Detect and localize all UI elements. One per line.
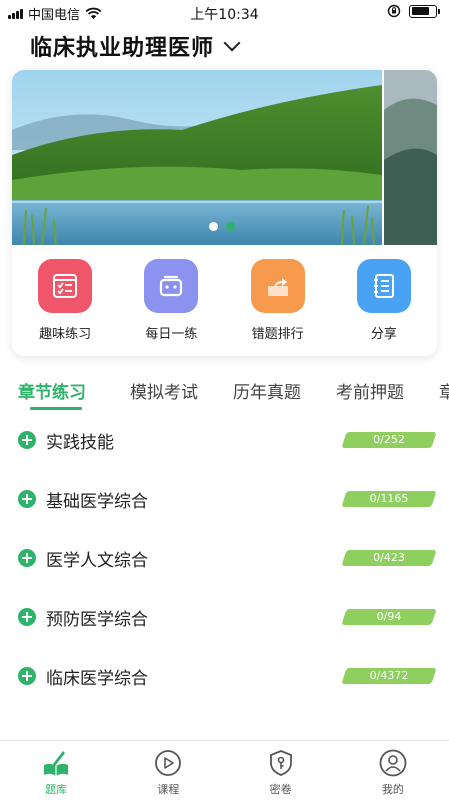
bottom-nav: 题库 课程 密卷 我的 (0, 740, 449, 800)
plus-circle-icon[interactable] (18, 549, 36, 567)
chapter-item[interactable]: 实践技能 0/252 (0, 421, 449, 461)
exam-selector[interactable]: 临床执业助理医师 (30, 30, 241, 62)
shortcut-fun-practice[interactable]: 趣味练习 (12, 255, 118, 350)
shield-key-icon (269, 750, 292, 776)
status-time: 上午10:34 (190, 7, 259, 23)
chapter-name: 实践技能 (46, 433, 114, 453)
plus-circle-icon[interactable] (18, 608, 36, 626)
shortcut-label: 分享 (370, 327, 397, 342)
tab-overflow[interactable]: 章 (439, 378, 449, 403)
chapter-name: 基础医学综合 (46, 492, 148, 512)
progress-text: 0/423 (373, 551, 405, 564)
status-right (387, 4, 440, 18)
tab-past-papers[interactable]: 历年真题 (233, 378, 301, 403)
page-title: 临床执业助理医师 (30, 36, 215, 61)
banner-pagination (209, 222, 235, 231)
banner-next-slide[interactable] (384, 70, 437, 245)
shortcut-label: 趣味练习 (39, 327, 92, 342)
status-bar: 中国电信 上午10:34 (0, 0, 449, 24)
shortcut-daily-practice[interactable]: 每日一练 (118, 255, 224, 350)
plus-circle-icon[interactable] (18, 667, 36, 685)
pagination-dot[interactable] (209, 222, 218, 231)
banner-slide[interactable] (12, 70, 382, 245)
battery-icon (409, 4, 440, 18)
shortcut-label: 每日一练 (145, 327, 198, 342)
share-box-icon (250, 259, 305, 313)
nav-question-bank[interactable]: 题库 (0, 741, 112, 800)
notebook-icon (356, 259, 411, 313)
tab-final-predictions[interactable]: 考前押题 (336, 378, 404, 403)
battery-level (411, 7, 429, 15)
nav-label: 课程 (157, 783, 180, 796)
shortcut-row: 趣味练习 每日一练 错题排行 分享 (12, 255, 437, 350)
daily-box-icon (144, 259, 199, 313)
user-circle-icon (379, 749, 407, 777)
landscape-image (12, 70, 382, 245)
chapter-item[interactable]: 医学人文综合 0/423 (0, 539, 449, 579)
tab-mock-exam[interactable]: 模拟考试 (130, 378, 198, 403)
nav-courses[interactable]: 课程 (112, 741, 224, 800)
chapter-item[interactable]: 预防医学综合 0/94 (0, 598, 449, 638)
category-tabs: 章节练习 模拟考试 历年真题 考前押题 章 (0, 372, 449, 412)
play-circle-icon (155, 750, 182, 776)
nav-label: 题库 (45, 783, 68, 796)
plus-circle-icon[interactable] (18, 431, 36, 449)
tab-active-indicator (30, 407, 82, 410)
progress-text: 0/252 (373, 433, 405, 446)
chapter-item[interactable]: 基础医学综合 0/1165 (0, 480, 449, 520)
progress-text: 0/4372 (369, 669, 409, 682)
shortcut-wrong-ranking[interactable]: 错题排行 (225, 255, 331, 350)
chapter-item[interactable]: 临床医学综合 0/4372 (0, 657, 449, 697)
nav-label: 我的 (381, 783, 404, 796)
book-pen-icon (44, 751, 69, 776)
progress-text: 0/94 (376, 610, 402, 623)
plus-circle-icon[interactable] (18, 490, 36, 508)
mist-forest-image (384, 70, 437, 245)
chapter-name: 临床医学综合 (46, 669, 148, 689)
nav-secret-papers[interactable]: 密卷 (225, 741, 337, 800)
chapter-name: 医学人文综合 (46, 551, 148, 571)
pagination-dot-active[interactable] (226, 222, 235, 231)
quiz-list-icon (38, 259, 93, 313)
shortcut-label: 错题排行 (251, 327, 304, 342)
rotation-lock-icon (387, 4, 401, 18)
tab-chapter-practice[interactable]: 章节练习 (18, 378, 86, 403)
nav-label: 密卷 (269, 783, 292, 796)
shortcut-share[interactable]: 分享 (331, 255, 437, 350)
nav-profile[interactable]: 我的 (337, 741, 449, 800)
chevron-down-icon (223, 34, 241, 52)
chapter-name: 预防医学综合 (46, 610, 148, 630)
progress-text: 0/1165 (369, 492, 409, 505)
